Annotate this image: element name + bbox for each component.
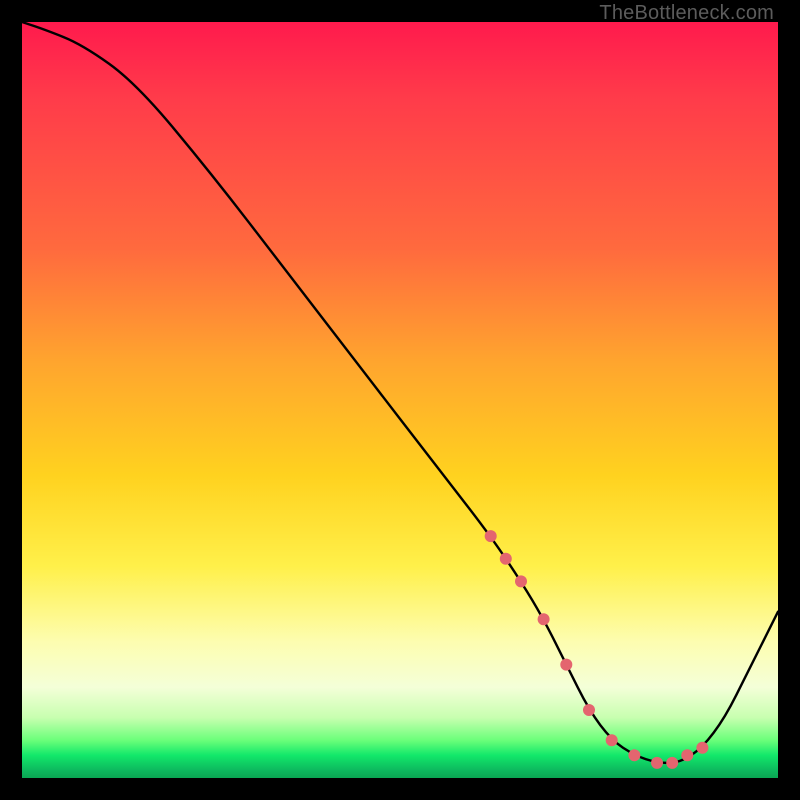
- watermark-text: TheBottleneck.com: [599, 2, 774, 25]
- chart-marker: [666, 757, 678, 769]
- chart-marker: [485, 530, 497, 542]
- chart-marker: [583, 704, 595, 716]
- chart-marker: [538, 613, 550, 625]
- chart-marker: [628, 749, 640, 761]
- chart-line: [22, 22, 778, 763]
- chart-frame: TheBottleneck.com: [0, 0, 800, 800]
- chart-markers: [485, 530, 709, 769]
- chart-marker: [515, 575, 527, 587]
- chart-plot-area: [22, 22, 778, 778]
- chart-marker: [696, 742, 708, 754]
- chart-marker: [500, 553, 512, 565]
- chart-marker: [560, 659, 572, 671]
- chart-svg: [22, 22, 778, 778]
- chart-marker: [651, 757, 663, 769]
- chart-marker: [681, 749, 693, 761]
- chart-marker: [606, 734, 618, 746]
